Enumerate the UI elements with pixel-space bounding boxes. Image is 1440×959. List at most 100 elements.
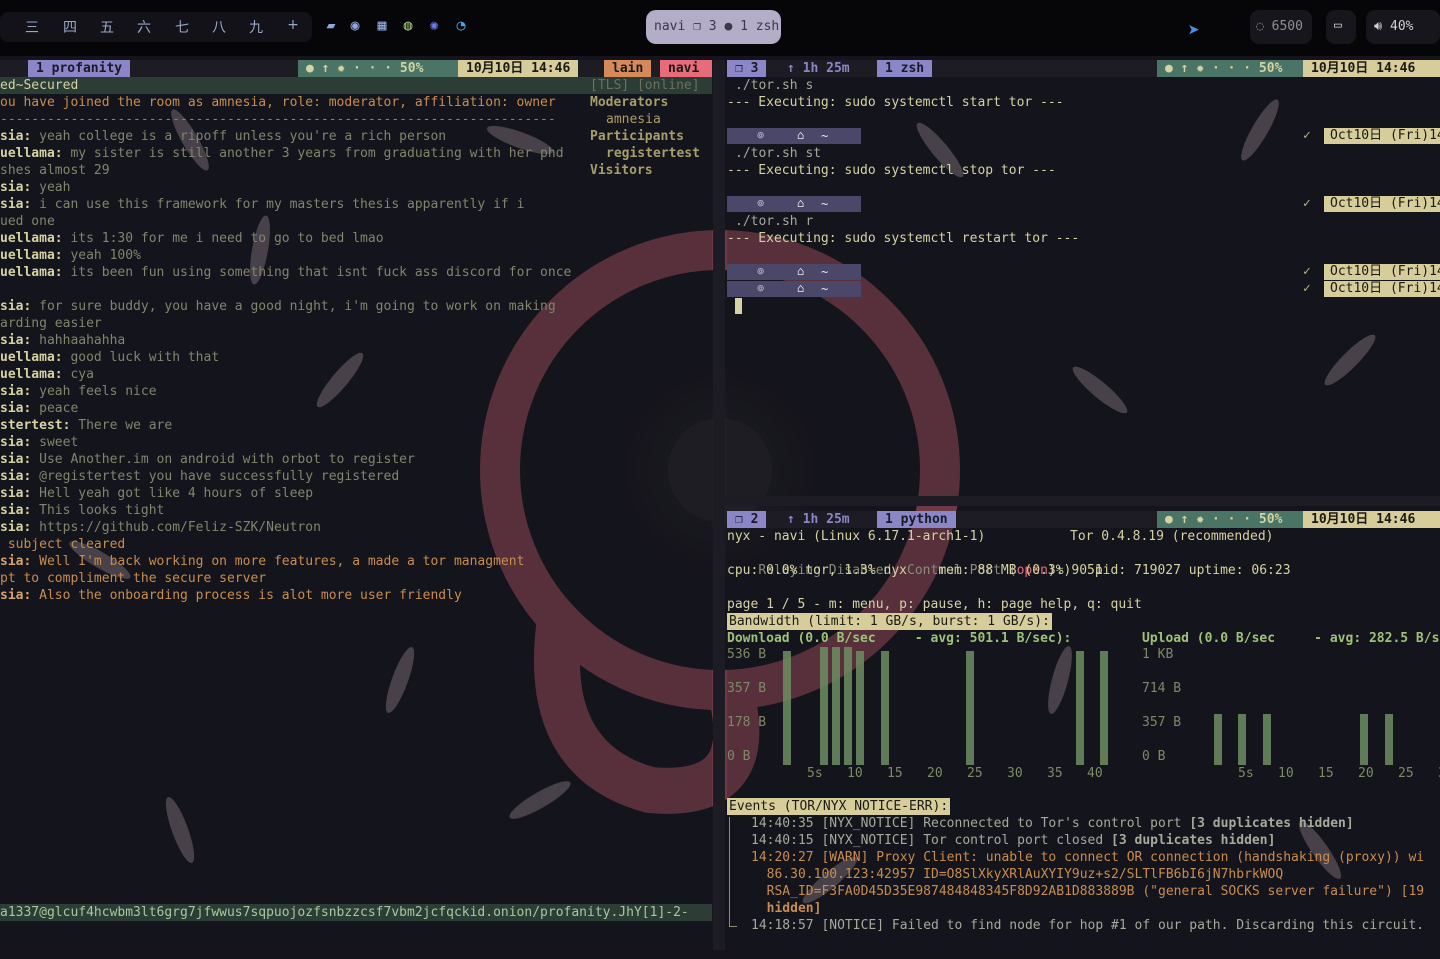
event-text: [NYX_NOTICE] Reconnected to Tor's contro…: [813, 816, 1190, 831]
message-nick[interactable]: uellama:: [0, 350, 63, 365]
home-icon: ⌂: [797, 264, 805, 278]
window-tab[interactable]: 1 zsh: [877, 60, 933, 77]
graph-y-label: 178 B: [727, 715, 767, 730]
status-indicators: ● ↑ ✹ · · · 50%: [1157, 60, 1303, 77]
settings-icon[interactable]: ✺: [424, 15, 444, 35]
workspace-4[interactable]: 四: [58, 17, 82, 37]
chat-message: sia: @registertest you have successfully…: [0, 468, 399, 485]
workspace-3[interactable]: 三: [20, 17, 44, 37]
message-nick[interactable]: uellama:: [0, 146, 63, 161]
display-widget[interactable]: ▭: [1326, 10, 1356, 44]
message-nick[interactable]: sia:: [0, 554, 31, 569]
tor-browser-icon[interactable]: ◍: [398, 15, 418, 35]
message-nick[interactable]: uellama:: [0, 265, 63, 280]
mouse-cursor-icon: ➤: [1188, 18, 1201, 42]
workspace-8[interactable]: 八: [207, 17, 231, 37]
message-nick[interactable]: stertest:: [0, 418, 70, 433]
add-workspace-button[interactable]: +: [281, 17, 305, 33]
command-output: --- Executing: sudo systemctl start tor …: [727, 95, 1064, 110]
message-nick[interactable]: sia:: [0, 503, 31, 518]
profanity-input-bar[interactable]: a1337@glcuf4hcwbm3lt6grg7jfwwus7sqpuojoz…: [0, 904, 712, 921]
vertical-divider[interactable]: [713, 60, 725, 950]
chat-log: ou have joined the room as amnesia, role…: [0, 94, 588, 614]
zsh-pane[interactable]: ❐ 3 ↑ 1h 25m 1 zsh ● ↑ ✹ · · · 50% 10月10…: [727, 60, 1440, 496]
window-tab[interactable]: 1 python: [877, 511, 956, 528]
moderator-item[interactable]: amnesia: [606, 111, 661, 128]
pane-icon: ❐: [693, 19, 701, 34]
message-text: Hell yeah got like 4 hours of sleep: [31, 486, 314, 501]
shell-command: ./tor.sh s: [735, 78, 814, 93]
message-nick[interactable]: sia:: [0, 469, 31, 484]
graph-bar: [856, 650, 865, 765]
message-nick[interactable]: sia:: [0, 129, 31, 144]
command-output: --- Executing: sudo systemctl restart to…: [727, 231, 1080, 246]
workspace-6[interactable]: 六: [132, 17, 156, 37]
status-icons: ● ↑ ✹ · · ·: [306, 61, 400, 76]
folder-icon[interactable]: ▰: [321, 15, 341, 35]
host-tag: navi: [660, 60, 712, 77]
message-text: its 1:30 for me i need to go to bed lmao: [62, 231, 384, 246]
graph-x-label: 5s: [1238, 766, 1254, 781]
eye-icon: ⊚: [757, 128, 765, 142]
upload-graph: 1 KB714 B357 B0 B5s1015202530: [1142, 647, 1440, 781]
message-nick[interactable]: sia:: [0, 588, 31, 603]
chat-message: pt to compliment the secure server: [0, 570, 266, 587]
workspace-5[interactable]: 五: [95, 17, 119, 37]
nyx-pane[interactable]: ❐ 2 ↑ 1h 25m 1 python ● ↑ ✹ · · · 50% 10…: [727, 511, 1440, 951]
telegram-icon[interactable]: ◔: [451, 15, 471, 35]
active-window-pill[interactable]: navi ❐ 3 ● 1 zsh: [646, 10, 781, 44]
horizontal-divider[interactable]: [725, 496, 1440, 506]
message-nick[interactable]: sia:: [0, 180, 31, 195]
tor-version: Tor 0.4.8.19 (recommended): [1070, 529, 1274, 544]
graph-x-label: 30: [1007, 766, 1023, 781]
participant-item[interactable]: registertest: [606, 145, 700, 162]
shell-command: ./tor.sh r: [735, 214, 814, 229]
message-nick[interactable]: uellama:: [0, 231, 63, 246]
message-nick[interactable]: sia:: [0, 452, 31, 467]
message-nick[interactable]: sia:: [0, 435, 31, 450]
message-text: yeah 100%: [62, 248, 141, 263]
events-title: Events (TOR/NYX NOTICE-ERR):: [727, 798, 951, 815]
workspace-9[interactable]: 九: [244, 17, 268, 37]
datetime-tag: 10月10日 14:46: [1303, 60, 1440, 77]
message-nick[interactable]: sia:: [0, 401, 31, 416]
calculator-icon[interactable]: ▦: [372, 15, 392, 35]
chat-message: sia: https://github.com/Feliz-SZK/Neutro…: [0, 519, 321, 536]
graph-x-label: 10: [1278, 766, 1294, 781]
message-text: good luck with that: [62, 350, 220, 365]
volume-widget[interactable]: 🔊︎ 40%: [1366, 10, 1440, 44]
message-nick[interactable]: uellama:: [0, 367, 63, 382]
message-nick[interactable]: sia:: [0, 486, 31, 501]
zsh-status-bar: ❐ 3 ↑ 1h 25m 1 zsh ● ↑ ✹ · · · 50% 10月10…: [727, 60, 1440, 77]
session-jid: a1337@glcuf4hcwbm3lt6grg7jfwwus7sqpuojoz…: [0, 905, 689, 920]
pane-number-tag: ❐ 2: [727, 511, 767, 528]
cpu-freq-widget[interactable]: ◌ 6500: [1250, 10, 1312, 44]
pane-number: 2: [750, 512, 759, 527]
prompt-path: ~: [821, 282, 829, 296]
firefox-icon[interactable]: ◉: [345, 15, 365, 35]
room-title: ed~Secured: [0, 78, 79, 93]
right-prompt-time: Oct10日 (Fri)14: [1324, 264, 1440, 280]
message-text: subject cleared: [0, 537, 126, 552]
graph-bar: [1214, 714, 1222, 765]
message-nick[interactable]: sia:: [0, 520, 31, 535]
message-nick[interactable]: sia:: [0, 384, 31, 399]
message-nick[interactable]: sia:: [0, 197, 31, 212]
chat-message: sia: Also the onboarding process is alot…: [0, 587, 462, 604]
profanity-pane[interactable]: 1 profanity ● ↑ ✹ · · · 50% 10月10日 14:46…: [0, 60, 712, 945]
message-nick[interactable]: uellama:: [0, 248, 63, 263]
message-nick[interactable]: sia:: [0, 333, 31, 348]
message-text: pt to compliment the secure server: [0, 571, 267, 586]
message-nick[interactable]: sia:: [0, 299, 31, 314]
graph-bar: [831, 647, 840, 765]
message-text: There we are: [70, 418, 173, 433]
chat-message: sia: sweet: [0, 434, 78, 451]
workspace-7[interactable]: 七: [170, 17, 194, 37]
chat-message: sia: peace: [0, 400, 78, 417]
status-indicators: ● ↑ ✹ · · · 50%: [298, 60, 458, 77]
chat-message: sia: i can use this framework for my mas…: [0, 196, 524, 213]
chat-message: uellama: cya: [0, 366, 94, 383]
dot-icon: ●: [724, 19, 733, 34]
window-tab[interactable]: 1 profanity: [28, 60, 131, 77]
graph-x-label: 10: [847, 766, 863, 781]
